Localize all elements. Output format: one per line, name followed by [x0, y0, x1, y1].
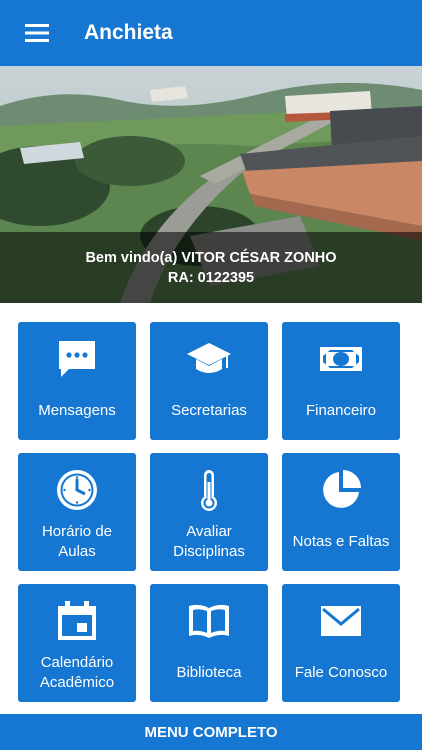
tile-label: Secretarias [171, 402, 247, 419]
calendar-icon [58, 601, 96, 640]
tile-avaliar-disciplinas[interactable]: Avaliar Disciplinas [150, 453, 268, 571]
app-title: Anchieta [84, 21, 173, 44]
welcome-text: Bem vindo(a) VITOR CÉSAR ZONHO [85, 249, 337, 266]
tile-label: Calendário Acadêmico [39, 654, 115, 691]
chat-bubble-icon [59, 341, 95, 377]
tile-label: Horário de Aulas [41, 523, 113, 560]
banknote-icon [320, 347, 362, 371]
welcome-overlay: Bem vindo(a) VITOR CÉSAR ZONHO RA: 01223… [0, 232, 422, 303]
hamburger-menu-icon [25, 24, 49, 42]
app-bar: Anchieta [0, 0, 422, 66]
tile-label: Avaliar Disciplinas [173, 523, 245, 560]
tile-calendario-academico[interactable]: Calendário Acadêmico [18, 584, 136, 702]
tile-label: Fale Conosco [294, 664, 388, 681]
menu-completo-button[interactable]: MENU COMPLETO [0, 714, 422, 750]
thermometer-icon [201, 470, 217, 511]
tile-horario-de-aulas[interactable]: Horário de Aulas [18, 453, 136, 571]
tile-label: Notas e Faltas [292, 533, 390, 550]
tile-fale-conosco[interactable]: Fale Conosco [282, 584, 400, 702]
envelope-icon [321, 606, 361, 636]
student-ra: RA: 0122395 [167, 269, 255, 286]
campus-banner: Bem vindo(a) VITOR CÉSAR ZONHO RA: 01223… [0, 66, 422, 303]
open-book-icon [189, 604, 229, 638]
tile-notas-e-faltas[interactable]: Notas e Faltas [282, 453, 400, 571]
tile-label: Biblioteca [176, 664, 242, 681]
tile-mensagens[interactable]: Mensagens [18, 322, 136, 440]
tile-biblioteca[interactable]: Biblioteca [150, 584, 268, 702]
graduation-cap-icon [187, 343, 231, 373]
tile-financeiro[interactable]: Financeiro [282, 322, 400, 440]
shortcut-grid: Mensagens Secretarias Financeiro Horário… [18, 322, 400, 702]
tile-secretarias[interactable]: Secretarias [150, 322, 268, 440]
tile-label: Financeiro [305, 402, 377, 419]
clock-icon [57, 470, 97, 510]
tile-label: Mensagens [38, 402, 116, 419]
menu-completo-label: MENU COMPLETO [144, 723, 278, 741]
pie-chart-icon [323, 470, 361, 508]
menu-button[interactable] [0, 0, 74, 66]
